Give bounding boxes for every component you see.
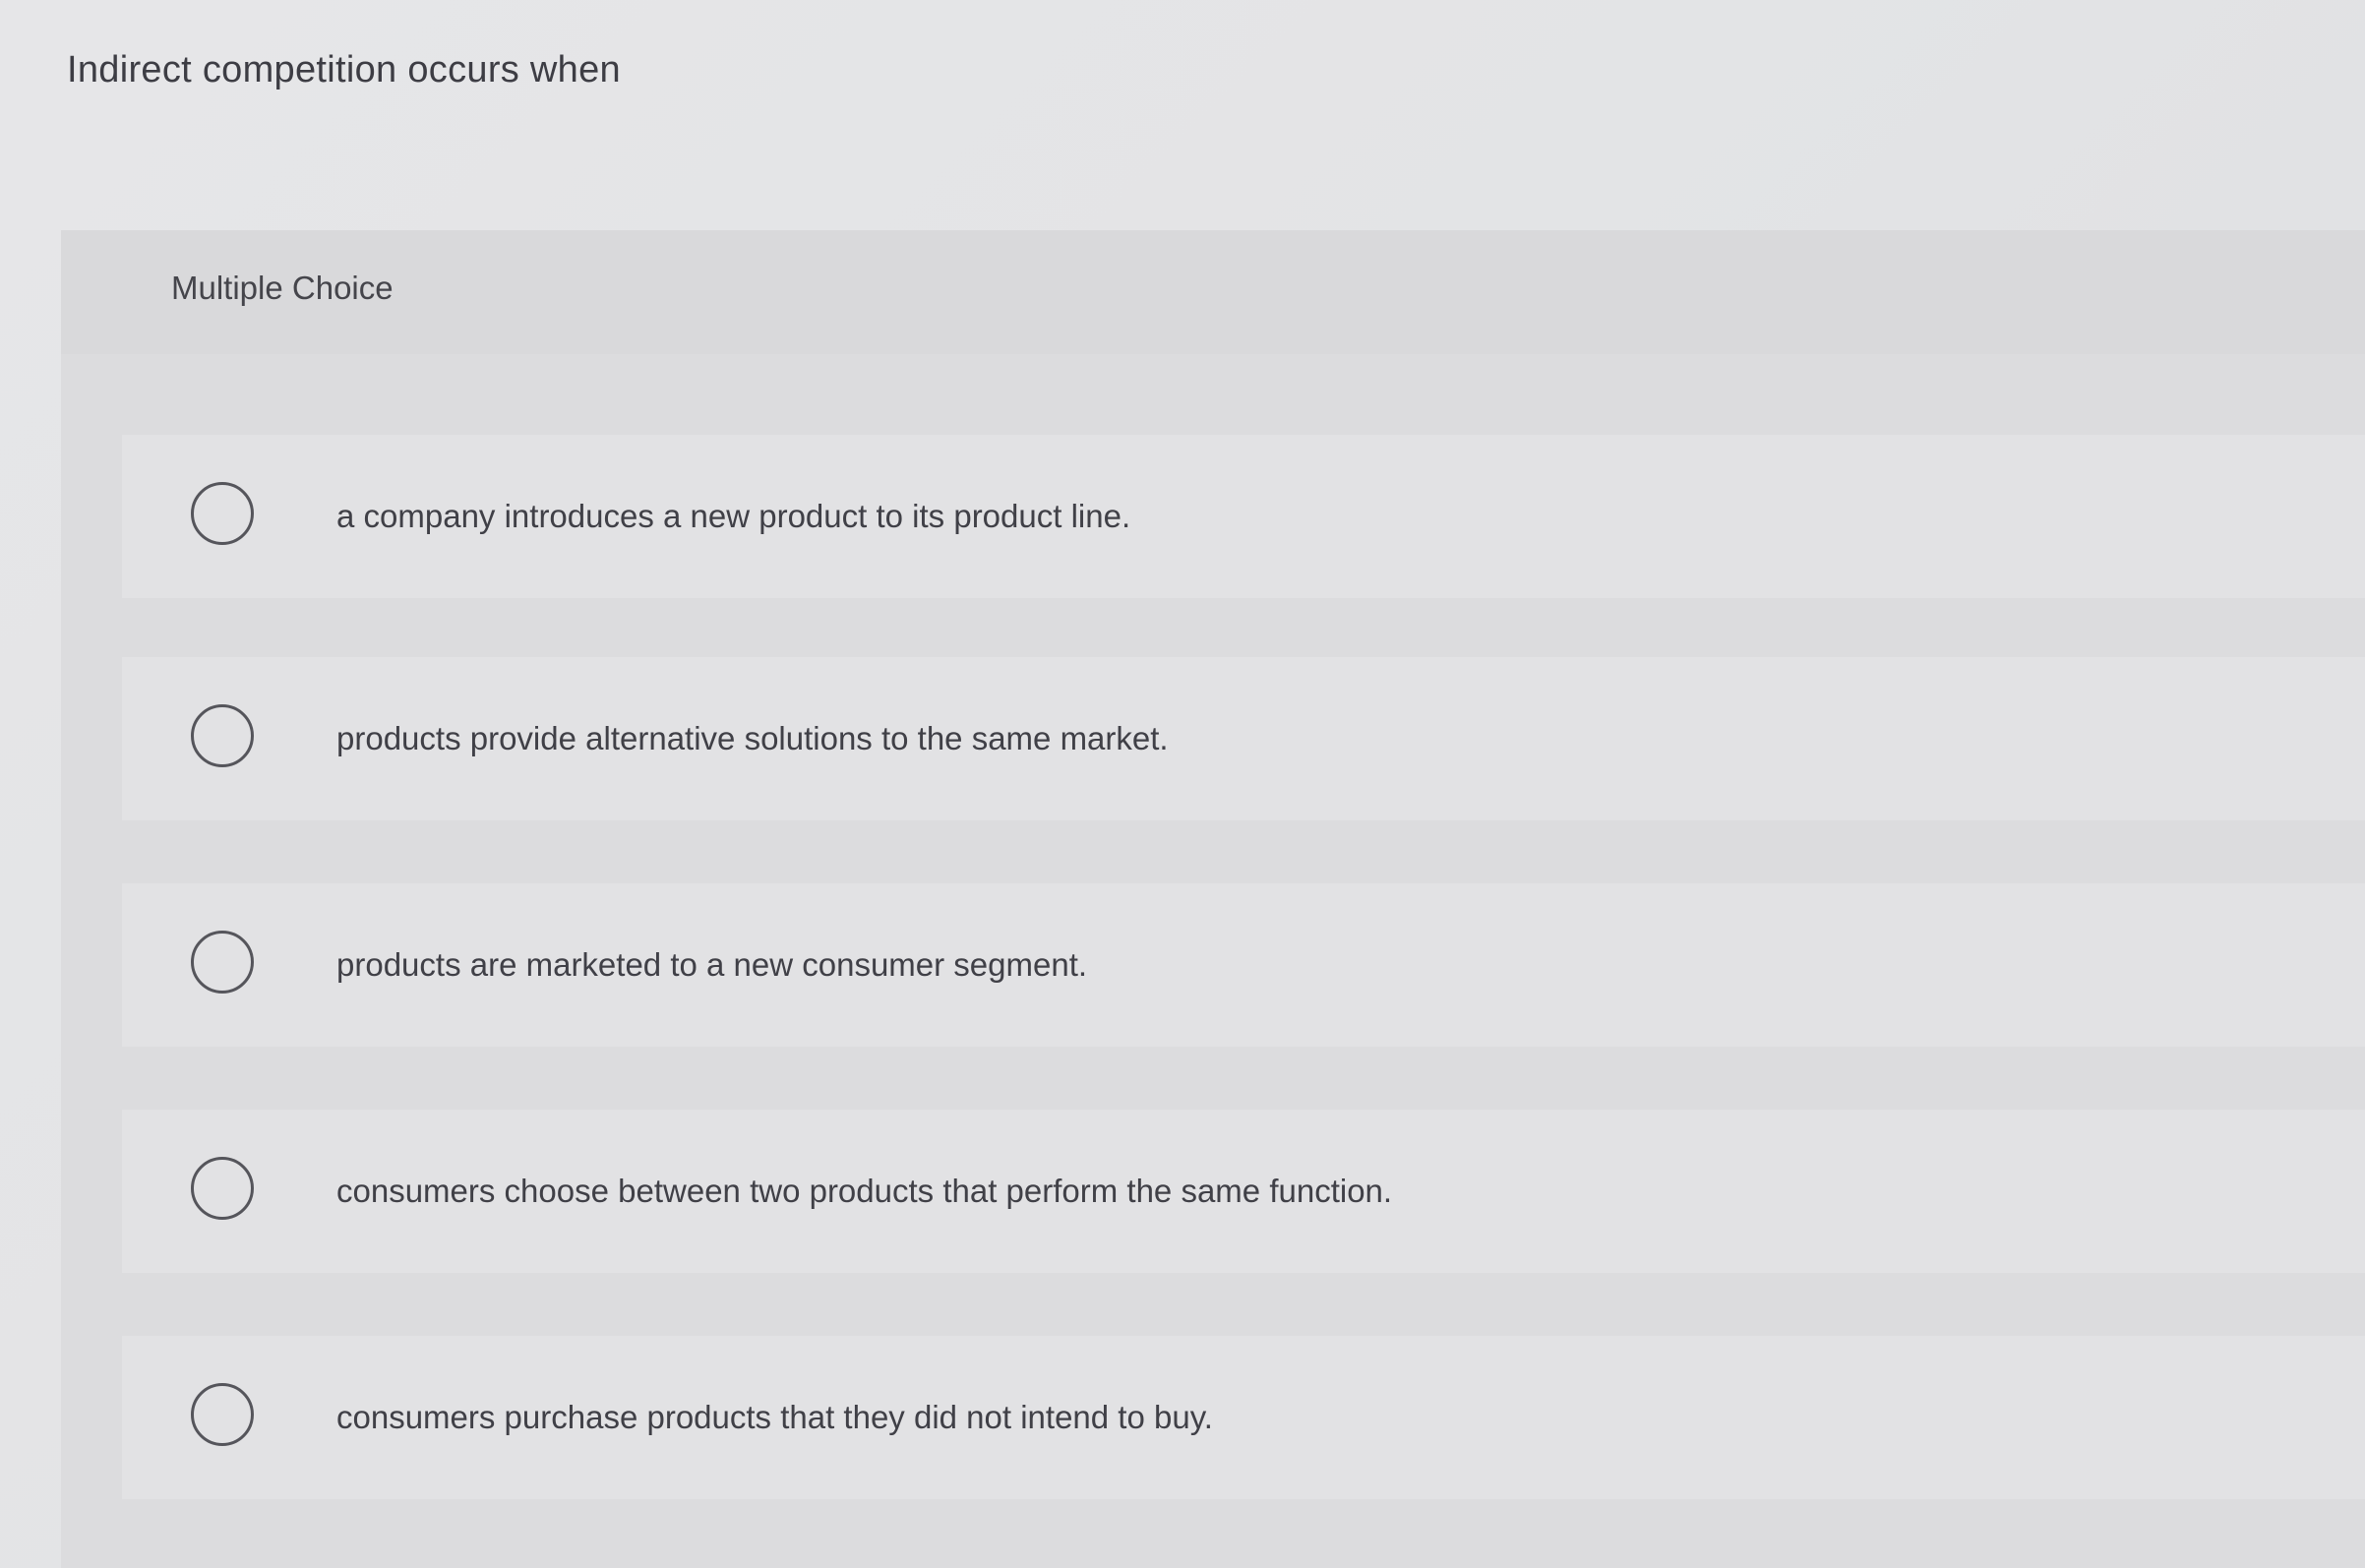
answer-option-text: consumers choose between two products th… [336, 1173, 1393, 1209]
panel-header: Multiple Choice [61, 230, 2365, 354]
radio-button-icon[interactable] [191, 482, 254, 545]
answer-option-2[interactable]: products provide alternative solutions t… [122, 657, 2365, 820]
answer-option-5[interactable]: consumers purchase products that they di… [122, 1336, 2365, 1499]
answer-option-text: products provide alternative solutions t… [336, 720, 1169, 756]
answer-option-3[interactable]: products are marketed to a new consumer … [122, 883, 2365, 1047]
answer-option-1[interactable]: a company introduces a new product to it… [122, 435, 2365, 598]
radio-button-icon[interactable] [191, 931, 254, 994]
question-text: Indirect competition occurs when [67, 49, 621, 90]
answer-option-text: a company introduces a new product to it… [336, 498, 1131, 534]
radio-button-icon[interactable] [191, 1383, 254, 1446]
answer-option-4[interactable]: consumers choose between two products th… [122, 1110, 2365, 1273]
radio-button-icon[interactable] [191, 704, 254, 767]
radio-button-icon[interactable] [191, 1157, 254, 1220]
answer-option-text: consumers purchase products that they di… [336, 1399, 1213, 1435]
answer-option-text: products are marketed to a new consumer … [336, 946, 1088, 983]
multiple-choice-label: Multiple Choice [171, 270, 394, 306]
